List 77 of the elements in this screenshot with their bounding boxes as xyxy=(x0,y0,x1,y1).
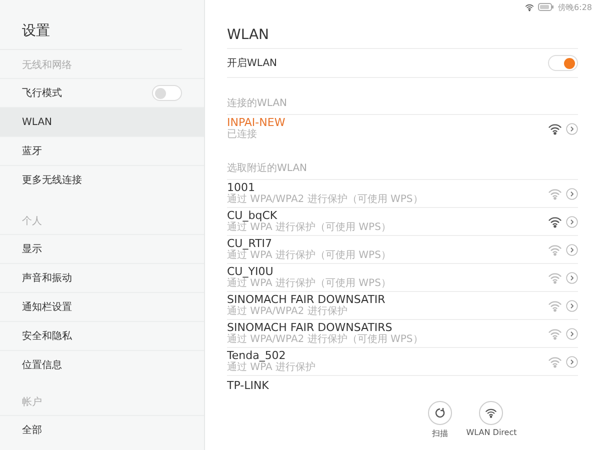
action-button[interactable]: 扫描 xyxy=(428,401,452,450)
sidebar-title: 设置 xyxy=(0,0,182,50)
network-detail: 通过 WPA/WPA2 进行保护 xyxy=(227,306,348,318)
network-row[interactable]: SINOMACH FAIR DOWNSATIRS 通过 WPA/WPA2 进行保护（可使用 WPS） xyxy=(227,319,578,347)
wlan-switch-label: 开启WLAN xyxy=(227,56,278,70)
wifi-icon xyxy=(548,242,562,256)
sidebar-item[interactable]: 安全和隐私 xyxy=(0,321,204,350)
network-name: SINOMACH FAIR DOWNSATIR xyxy=(227,293,386,306)
network-name: CU_bqCK xyxy=(227,209,278,222)
wlan-toggle[interactable] xyxy=(548,55,578,71)
sidebar-item[interactable]: 显示 xyxy=(0,234,204,263)
wifi-icon xyxy=(548,270,562,284)
action-button[interactable]: WLAN Direct xyxy=(466,401,517,450)
network-row[interactable]: CU_RTI7 通过 WPA 进行保护（可使用 WPS） xyxy=(227,235,578,263)
wifi-icon xyxy=(548,298,562,312)
airplane-toggle[interactable] xyxy=(152,85,182,101)
wifi-icon xyxy=(548,354,562,368)
network-name: 1001 xyxy=(227,181,256,194)
sidebar-item-label: 更多无线连接 xyxy=(22,174,82,187)
network-detail: 通过 WPA 进行保护 xyxy=(227,362,316,374)
status-time: 傍晚6:28 xyxy=(558,2,592,12)
network-detail: 通过 WPA/WPA2 进行保护（可使用 WPS） xyxy=(227,194,423,206)
network-row[interactable]: CU_YI0U 通过 WPA 进行保护（可使用 WPS） xyxy=(227,263,578,291)
network-detail: 通过 WPA/WPA2 进行保护（可使用 WPS） xyxy=(227,334,423,346)
wifi-icon xyxy=(548,122,562,136)
network-name: CU_YI0U xyxy=(227,265,274,278)
section-header: 连接的WLAN xyxy=(227,96,288,111)
network-detail: 通过 WPA 进行保护（可使用 WPS） xyxy=(227,278,391,290)
section-header: 个人 xyxy=(21,215,43,229)
sidebar-item[interactable]: 位置信息 xyxy=(0,350,204,379)
chevron-icon[interactable] xyxy=(566,122,578,134)
network-detail: 通过 WPA 进行保护（可使用 WPS） xyxy=(227,222,391,234)
sidebar-item[interactable]: 蓝牙 xyxy=(0,136,204,165)
sidebar-item-label: 位置信息 xyxy=(22,358,62,372)
sidebar-item-label: 声音和振动 xyxy=(22,272,72,285)
network-name: SINOMACH FAIR DOWNSATIRS xyxy=(227,321,394,334)
sidebar-item-label: 通知栏设置 xyxy=(22,300,72,314)
refresh-icon xyxy=(434,407,446,419)
wifi-icon xyxy=(548,326,562,340)
sidebar-item-label: 飞行模式 xyxy=(22,86,62,100)
network-row[interactable]: 1001 通过 WPA/WPA2 进行保护（可使用 WPS） xyxy=(227,179,578,207)
network-name: CU_RTI7 xyxy=(227,237,274,250)
chevron-icon[interactable] xyxy=(566,300,578,312)
network-row[interactable]: Tenda_502 通过 WPA 进行保护 xyxy=(227,347,578,375)
wifi-icon xyxy=(548,186,562,200)
chevron-icon[interactable] xyxy=(566,244,578,256)
section-header: 选取附近的WLAN xyxy=(227,162,308,176)
sidebar-item-label: WLAN xyxy=(22,116,52,128)
sidebar-item[interactable]: 全部 xyxy=(0,415,204,444)
sidebar-item-label: 蓝牙 xyxy=(22,144,42,158)
section-header: 帐户 xyxy=(21,396,43,410)
page-title: WLAN xyxy=(227,26,270,45)
battery-icon xyxy=(538,3,554,11)
sidebar-item[interactable]: 更多无线连接 xyxy=(0,165,204,194)
network-name: TP-LINK xyxy=(227,379,269,392)
network-detail: 通过 WPA 进行保护（可使用 WPS） xyxy=(227,250,391,262)
sidebar-item-label: 安全和隐私 xyxy=(22,330,72,343)
wifi-status-icon xyxy=(525,2,534,12)
sidebar-item[interactable]: 声音和振动 xyxy=(0,263,204,292)
network-name: Tenda_502 xyxy=(227,349,287,362)
network-row[interactable]: CU_bqCK 通过 WPA 进行保护（可使用 WPS） xyxy=(227,207,578,235)
chevron-icon[interactable] xyxy=(566,272,578,284)
network-row[interactable]: TP-LINK xyxy=(227,375,578,395)
network-row[interactable]: SINOMACH FAIR DOWNSATIR 通过 WPA/WPA2 进行保护 xyxy=(227,291,578,319)
chevron-icon[interactable] xyxy=(566,216,578,228)
sidebar-item[interactable]: WLAN xyxy=(0,107,204,136)
sidebar-item-label: 全部 xyxy=(22,424,42,437)
chevron-icon[interactable] xyxy=(566,188,578,200)
section-header: 无线和网络 xyxy=(21,58,73,73)
wifi-icon xyxy=(548,214,562,228)
chevron-icon[interactable] xyxy=(566,328,578,340)
network-detail: 已连接 xyxy=(227,129,258,141)
sidebar-item-label: 显示 xyxy=(22,243,42,256)
sidebar-item[interactable]: 通知栏设置 xyxy=(0,292,204,321)
chevron-icon[interactable] xyxy=(566,356,578,368)
network-name: INPAI-NEW xyxy=(227,116,286,129)
wifi-icon xyxy=(485,407,498,419)
